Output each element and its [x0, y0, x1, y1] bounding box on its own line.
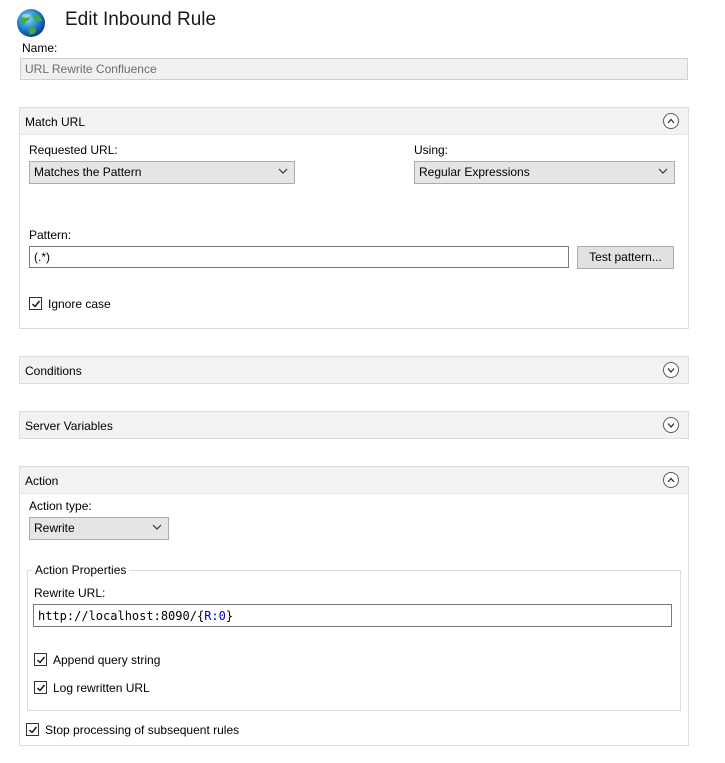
server-variables-panel: Server Variables [19, 411, 689, 439]
log-rewritten-checkbox[interactable] [34, 681, 47, 694]
pattern-input[interactable]: (.*) [29, 246, 569, 268]
chevron-down-icon [278, 168, 288, 174]
name-field[interactable]: URL Rewrite Confluence [20, 58, 688, 80]
action-type-value: Rewrite [34, 521, 75, 535]
ignore-case-label: Ignore case [48, 297, 111, 311]
using-label: Using: [414, 143, 449, 157]
rewrite-url-brace-close: } [225, 609, 234, 623]
checkmark-icon [37, 684, 46, 692]
append-query-checkbox[interactable] [34, 653, 47, 666]
server-variables-title: Server Variables [25, 419, 113, 433]
stop-processing-label: Stop processing of subsequent rules [45, 723, 240, 737]
requested-url-label: Requested URL: [29, 143, 118, 157]
checkmark-icon [29, 726, 38, 734]
rewrite-url-label: Rewrite URL: [34, 586, 106, 600]
checkmark-icon [37, 656, 46, 664]
log-rewritten-label: Log rewritten URL [53, 681, 150, 695]
name-label: Name: [22, 41, 58, 55]
match-url-header[interactable]: Match URL [20, 108, 688, 135]
expand-icon[interactable] [663, 362, 679, 378]
conditions-title: Conditions [25, 364, 82, 378]
rewrite-url-prefix: http://localhost:8090/ [38, 609, 197, 623]
append-query-label: Append query string [53, 653, 161, 667]
match-url-title: Match URL [25, 115, 86, 129]
action-type-select[interactable]: Rewrite [29, 517, 169, 540]
collapse-icon[interactable] [663, 113, 679, 129]
action-title: Action [25, 474, 59, 488]
action-header[interactable]: Action [20, 467, 688, 494]
conditions-header[interactable]: Conditions [20, 357, 688, 383]
rewrite-url-token: R:0 [204, 609, 226, 623]
expand-icon[interactable] [663, 417, 679, 433]
ignore-case-checkbox[interactable] [29, 297, 42, 310]
using-value: Regular Expressions [419, 165, 530, 179]
requested-url-value: Matches the Pattern [34, 165, 142, 179]
checkmark-icon [32, 300, 41, 308]
pattern-label: Pattern: [29, 228, 72, 242]
globe-icon [15, 7, 47, 39]
using-select[interactable]: Regular Expressions [414, 161, 675, 184]
requested-url-select[interactable]: Matches the Pattern [29, 161, 295, 184]
collapse-icon[interactable] [663, 472, 679, 488]
conditions-panel: Conditions [19, 356, 689, 384]
match-url-panel: Match URL [19, 107, 689, 329]
test-pattern-button[interactable]: Test pattern... [577, 246, 674, 269]
server-variables-header[interactable]: Server Variables [20, 412, 688, 438]
action-properties-legend: Action Properties [32, 563, 130, 577]
stop-processing-checkbox[interactable] [26, 723, 39, 736]
page-title: Edit Inbound Rule [65, 9, 217, 30]
rewrite-url-input[interactable]: http://localhost:8090/{R:0} [33, 604, 672, 627]
chevron-down-icon [152, 524, 162, 530]
chevron-down-icon [658, 168, 668, 174]
action-type-label: Action type: [29, 499, 92, 513]
